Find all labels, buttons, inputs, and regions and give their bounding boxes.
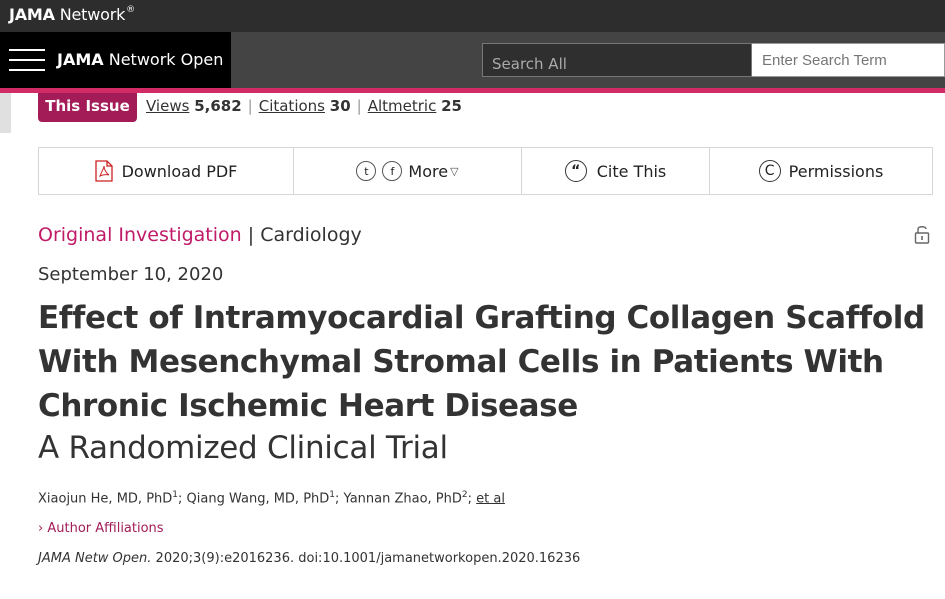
hamburger-menu-icon[interactable] (9, 49, 45, 71)
search-scope-select[interactable]: Search All (482, 43, 752, 77)
citations-link[interactable]: Citations (259, 97, 325, 115)
open-access-lock-icon (914, 226, 930, 244)
article-type-link[interactable]: Original Investigation (38, 224, 242, 246)
chevron-down-icon: ▽ (450, 164, 459, 178)
author-name[interactable]: ; Yannan Zhao, PhD (335, 491, 462, 506)
search-input[interactable] (752, 43, 945, 77)
page-scrollbar[interactable] (0, 93, 11, 133)
site-header: JAMA Network Open Search All (0, 32, 945, 88)
permissions-button[interactable]: C Permissions (710, 148, 932, 194)
views-link[interactable]: Views (146, 97, 189, 115)
altmetric-count: 25 (441, 97, 462, 115)
chevron-right-icon: › (38, 521, 44, 536)
accent-divider (0, 88, 945, 93)
jama-network-logo[interactable]: JAMA Network® (9, 5, 135, 24)
article-metrics: Views 5,682 | Citations 30 | Altmetric 25 (146, 97, 462, 115)
et-al-link[interactable]: et al (476, 491, 505, 506)
more-button[interactable]: More (408, 162, 448, 181)
author-name[interactable]: ; Qiang Wang, MD, PhD (178, 491, 329, 506)
header-brand-block: JAMA Network Open (0, 32, 231, 88)
article-toolbar: Download PDF t f More ▽ “ Cite This C Per… (38, 147, 933, 195)
permissions-label: Permissions (788, 161, 884, 181)
cite-this-button[interactable]: “ Cite This (522, 148, 710, 194)
cite-this-label: Cite This (596, 161, 667, 181)
network-bar: JAMA Network® (0, 0, 945, 32)
journal-title[interactable]: JAMA Network Open (57, 50, 223, 69)
copyright-icon: C (758, 160, 781, 182)
share-more-group: t f More ▽ (294, 148, 522, 194)
this-issue-button[interactable]: This Issue (38, 93, 137, 122)
article-subtitle: A Randomized Clinical Trial (38, 430, 448, 466)
article-citation: JAMA Netw Open. 2020;3(9):e2016236. doi:… (38, 551, 581, 566)
quote-icon: “ (564, 160, 587, 182)
publication-date: September 10, 2020 (38, 264, 224, 285)
citations-count: 30 (329, 97, 351, 115)
download-pdf-button[interactable]: Download PDF (39, 148, 294, 194)
download-pdf-label: Download PDF (121, 161, 238, 181)
pdf-icon (94, 160, 113, 182)
article-title: Effect of Intramyocardial Grafting Colla… (38, 300, 925, 424)
author-list: Xiaojun He, MD, PhD1; Qiang Wang, MD, Ph… (38, 490, 505, 507)
author-affiliations-toggle[interactable]: › Author Affiliations (38, 521, 164, 536)
twitter-icon[interactable]: t (356, 161, 377, 181)
altmetric-link[interactable]: Altmetric (368, 97, 437, 115)
article-category: Original Investigation | Cardiology (38, 224, 362, 246)
facebook-icon[interactable]: f (382, 161, 403, 181)
author-name[interactable]: Xiaojun He, MD, PhD (38, 491, 172, 506)
views-count: 5,682 (194, 97, 242, 115)
article-section-link[interactable]: Cardiology (260, 224, 362, 246)
